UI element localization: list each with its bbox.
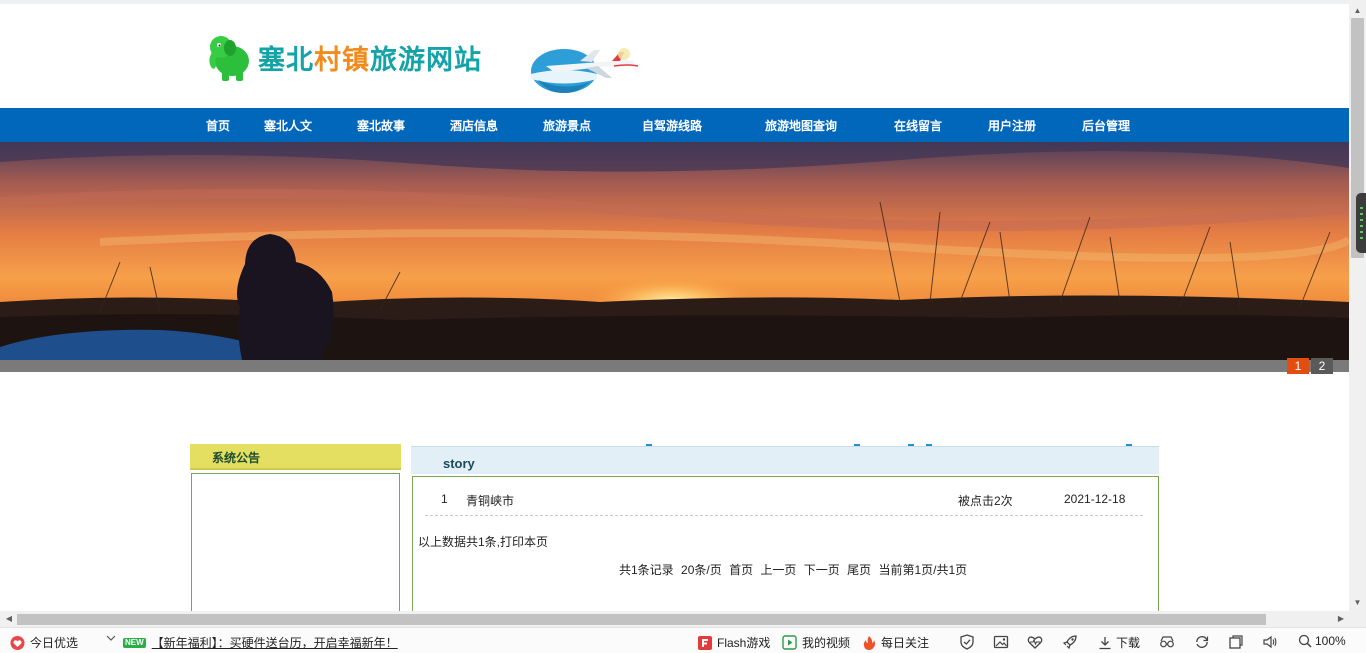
- chevron-down-icon[interactable]: [106, 634, 116, 642]
- pager-per-page: 20条/页: [681, 563, 722, 577]
- zoom-control[interactable]: 100%: [1298, 634, 1346, 648]
- rocket-icon[interactable]: [1062, 634, 1078, 650]
- pager-prev[interactable]: 上一页: [760, 563, 796, 577]
- news-ticker[interactable]: NEW 【新年福利】：买硬件送台历，开启幸福新年！: [123, 634, 398, 651]
- sidebar-toggle-handle[interactable]: [1356, 193, 1366, 253]
- pager-first[interactable]: 首页: [729, 563, 753, 577]
- main-nav: 首页 塞北人文 塞北故事 酒店信息 旅游景点 自驾游线路 旅游地图查询 在线留言…: [0, 108, 1349, 142]
- nav-register[interactable]: 用户注册: [988, 108, 1036, 142]
- zoom-level: 100%: [1315, 634, 1346, 648]
- fire-icon: [863, 635, 875, 650]
- download-label: 下载: [1116, 636, 1141, 650]
- my-videos-button[interactable]: 我的视频: [782, 634, 850, 651]
- notice-panel-body: [191, 473, 400, 611]
- horizontal-scroll-thumb[interactable]: [17, 614, 1266, 625]
- page-viewport: 塞北村镇旅游网站 首页 塞北人文 塞北故事 酒店信息 旅游景点 自驾游线路 旅游…: [0, 0, 1349, 611]
- notice-panel-header: 系统公告: [190, 444, 401, 470]
- carousel-dot-2[interactable]: 2: [1311, 358, 1333, 374]
- pager-current: 当前第1页/共1页: [878, 563, 968, 577]
- notice-panel-title: 系统公告: [212, 451, 261, 465]
- banner-carousel[interactable]: [0, 142, 1349, 360]
- elephant-logo-icon: [209, 36, 249, 81]
- sunset-banner-image: [0, 142, 1349, 360]
- top-border: [0, 0, 1349, 4]
- summary-text: 以上数据共1条,: [418, 535, 501, 549]
- browser-status-bar: 今日优选 NEW 【新年福利】：买硬件送台历，开启幸福新年！ Flash游戏 我…: [0, 627, 1366, 653]
- daily-follow-button[interactable]: 每日关注: [862, 634, 929, 651]
- flash-game-icon: [698, 635, 712, 650]
- row-index: 1: [441, 492, 448, 506]
- today-pick-label: 今日优选: [30, 636, 79, 650]
- scroll-up-arrow-icon[interactable]: ▲: [1349, 4, 1366, 18]
- pager-next[interactable]: 下一页: [804, 563, 840, 577]
- row-title-link[interactable]: 青铜峡市: [466, 492, 514, 509]
- window-icon[interactable]: [1228, 634, 1244, 650]
- heart-icon: [10, 635, 25, 650]
- site-logo[interactable]: 塞北村镇旅游网站: [206, 30, 482, 84]
- airplane-illustration-icon: [531, 48, 639, 93]
- pager-total: 共1条记录: [619, 563, 674, 577]
- site-title: 塞北村镇旅游网站: [258, 44, 482, 76]
- row-divider: [425, 515, 1143, 516]
- row-date: 2021-12-18: [1064, 492, 1126, 506]
- my-videos-label: 我的视频: [802, 636, 851, 650]
- carousel-dot-1[interactable]: 1: [1287, 358, 1309, 374]
- shield-icon[interactable]: [959, 634, 975, 650]
- download-button[interactable]: 下载: [1098, 634, 1140, 651]
- video-play-icon: [782, 635, 797, 650]
- nav-home[interactable]: 首页: [206, 108, 230, 142]
- section-title: story: [443, 456, 475, 471]
- download-icon: [1099, 636, 1111, 649]
- zoom-icon: [1298, 634, 1312, 648]
- speaker-icon[interactable]: [1262, 634, 1278, 650]
- nav-guestbook[interactable]: 在线留言: [894, 108, 942, 142]
- pager-last[interactable]: 尾页: [847, 563, 871, 577]
- image-icon[interactable]: [993, 634, 1009, 650]
- nav-stories[interactable]: 塞北故事: [357, 108, 405, 142]
- nav-culture[interactable]: 塞北人文: [264, 108, 312, 142]
- scrollbar-corner: [1349, 611, 1366, 627]
- nav-hotels[interactable]: 酒店信息: [450, 108, 498, 142]
- nav-map-search[interactable]: 旅游地图查询: [765, 108, 837, 142]
- print-page-link[interactable]: 打印本页: [500, 535, 548, 549]
- nav-admin[interactable]: 后台管理: [1082, 108, 1130, 142]
- row-click-count: 被点击2次: [958, 494, 1013, 508]
- scroll-down-arrow-icon[interactable]: ▼: [1349, 596, 1366, 610]
- nav-self-drive-routes[interactable]: 自驾游线路: [642, 108, 702, 142]
- story-list-panel: 1 青铜峡市 被点击2次 2021-12-18 以上数据共1条,打印本页 共1条…: [412, 476, 1159, 611]
- record-summary: 以上数据共1条,打印本页: [418, 533, 548, 550]
- carousel-bar: [0, 360, 1349, 372]
- refresh-icon[interactable]: [1194, 634, 1210, 650]
- scroll-right-arrow-icon[interactable]: ▶: [1334, 611, 1348, 627]
- pagination: 共1条记录 20条/页 首页 上一页 下一页 尾页 当前第1页/共1页: [619, 561, 971, 578]
- news-link[interactable]: 【新年福利】：买硬件送台历，开启幸福新年！: [152, 634, 398, 651]
- scroll-left-arrow-icon[interactable]: ◀: [2, 611, 16, 627]
- health-heart-icon[interactable]: [1027, 634, 1043, 650]
- daily-follow-label: 每日关注: [881, 636, 930, 650]
- flash-games-button[interactable]: Flash游戏: [697, 634, 770, 651]
- flash-games-label: Flash游戏: [717, 636, 771, 650]
- today-pick-button[interactable]: 今日优选: [10, 634, 78, 651]
- nav-attractions[interactable]: 旅游景点: [543, 108, 591, 142]
- glasses-icon[interactable]: [1159, 634, 1175, 650]
- new-badge: NEW: [123, 637, 146, 648]
- story-list-header: story: [411, 446, 1159, 474]
